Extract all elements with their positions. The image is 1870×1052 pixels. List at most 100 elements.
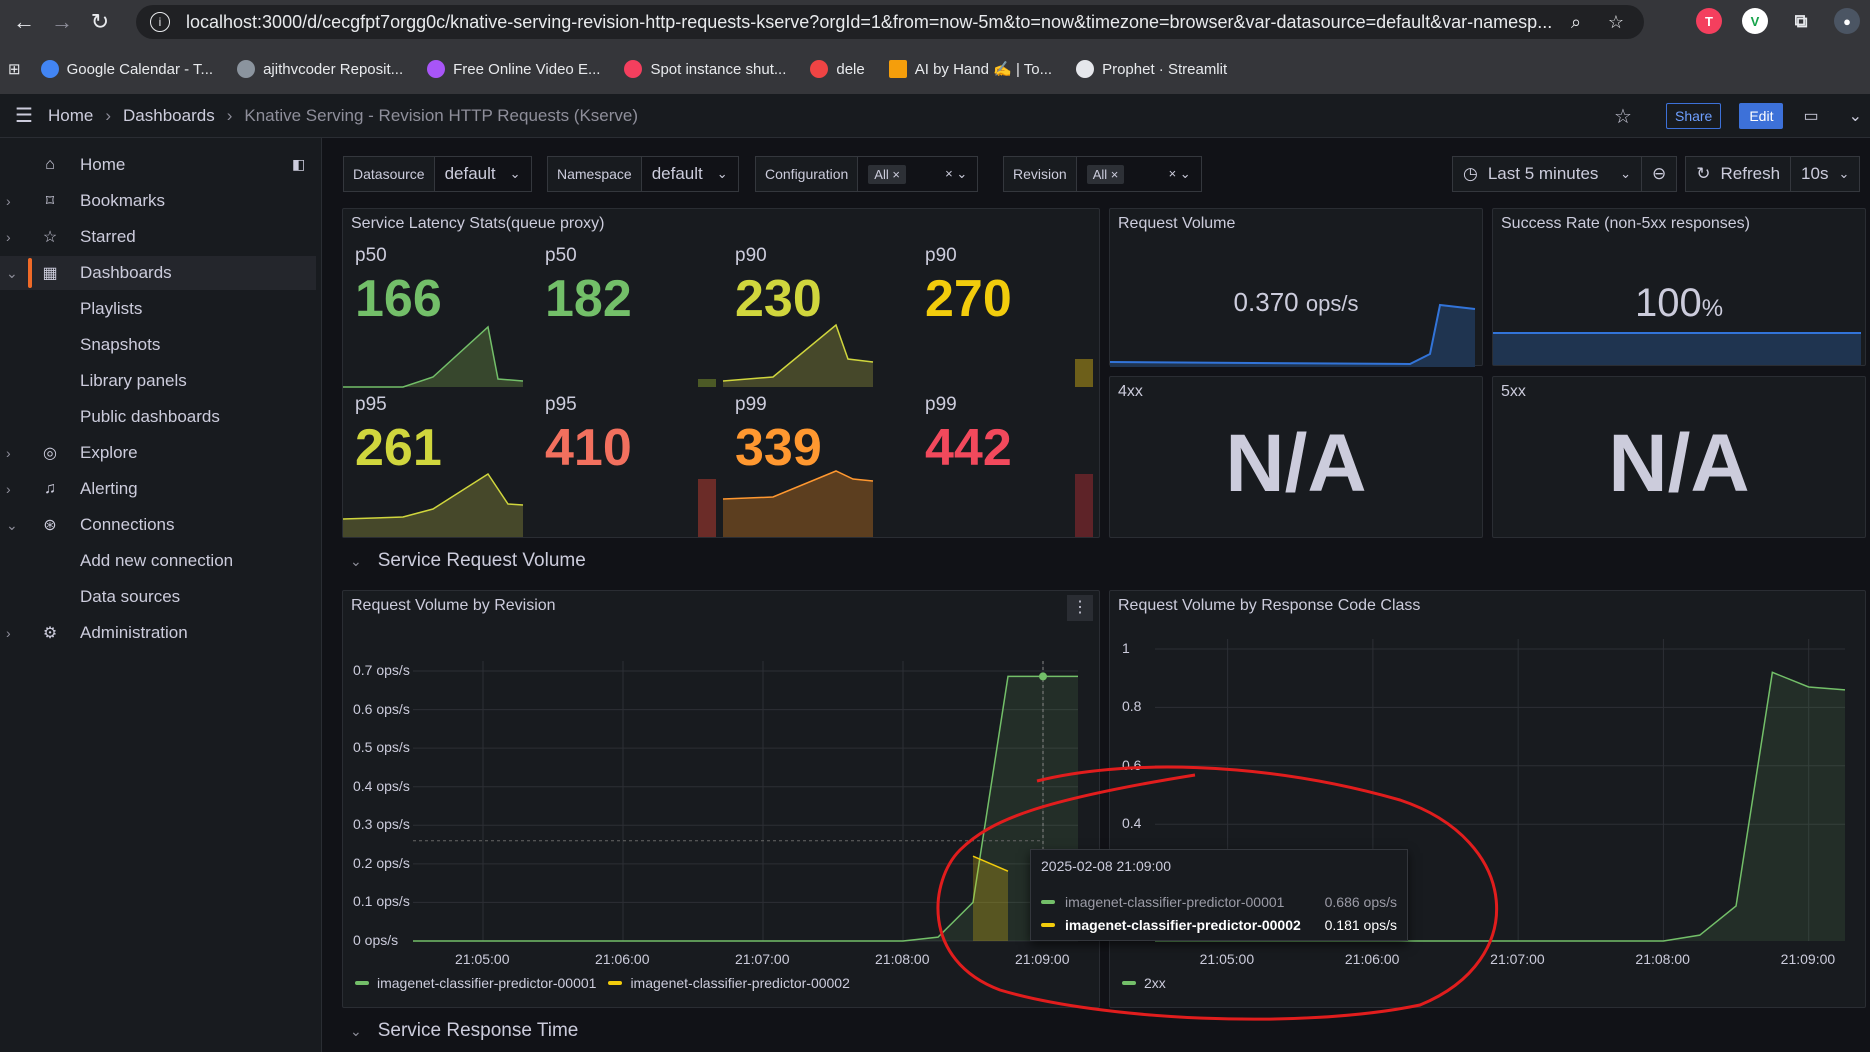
chevron-down-icon: ⌄ [509, 166, 521, 181]
apps-icon[interactable]: ⊞ [8, 60, 21, 78]
sidebar-item-bookmarks[interactable]: › ⌑ Bookmarks [0, 184, 316, 218]
refresh-interval-select[interactable]: 10s ⌄ [1791, 156, 1861, 192]
refresh-button[interactable]: ↻ Refresh [1685, 156, 1792, 192]
y-tick-label: 0.5 ops/s [353, 739, 410, 756]
success-rate-sparkline [1493, 332, 1861, 365]
sidebar-item-alerting[interactable]: › ♫ Alerting [0, 472, 316, 506]
legend-item[interactable]: 2xx [1144, 975, 1166, 991]
namespace-select[interactable]: default ⌄ [641, 156, 739, 192]
bookmark-star-icon[interactable]: ☆ [1604, 12, 1628, 33]
row-service-response-time[interactable]: ⌄ Service Response Time [350, 1020, 578, 1042]
4xx-panel: 4xx N/A [1109, 376, 1483, 538]
chevron-down-icon: ⌄ [1620, 166, 1631, 181]
y-tick-label: 0.2 ops/s [353, 854, 410, 871]
chevron-right-icon[interactable]: › [6, 445, 11, 461]
breadcrumb-home[interactable]: Home [48, 106, 93, 126]
refresh-icon: ↻ [1696, 164, 1711, 183]
bookmark-item[interactable]: Google Calendar - T... [40, 60, 213, 78]
menu-icon[interactable]: ☰ [0, 103, 48, 128]
sidebar-item-home[interactable]: ⌂ Home [0, 148, 316, 182]
chevron-right-icon[interactable]: › [6, 229, 11, 245]
tooltip-row: imagenet-classifier-predictor-00002 0.181… [1041, 917, 1397, 933]
variable-label: Configuration [755, 156, 859, 192]
kiosk-icon[interactable]: ▭ [1803, 106, 1818, 126]
bookmark-item[interactable]: Spot instance shut... [624, 60, 786, 78]
bookmark-item[interactable]: Free Online Video E... [427, 60, 600, 78]
zoom-out-button[interactable]: ⊖ [1642, 156, 1678, 192]
chevron-right-icon[interactable]: › [6, 625, 11, 641]
sidebar-item-data-sources[interactable]: Data sources [0, 580, 316, 614]
sidebar-item-add-new-connection[interactable]: Add new connection [0, 544, 316, 578]
chevron-down-icon[interactable]: ⌄ [1849, 106, 1862, 126]
stat-p90: p90 270 [925, 245, 1012, 328]
time-range-button[interactable]: ◷ Last 5 minutes ⌄ [1452, 156, 1642, 192]
chevron-down-icon[interactable]: ⌄ [350, 553, 362, 570]
sidebar-item-library-panels[interactable]: Library panels [0, 364, 316, 398]
edit-button[interactable]: Edit [1739, 103, 1784, 129]
clear-icon[interactable]: × ⌄ [1169, 166, 1191, 182]
chart-code-class[interactable] [1110, 591, 1867, 1009]
tooltip-time: 2025-02-08 21:09:00 [1041, 858, 1171, 874]
extensions: T V ⧉ ● [1696, 8, 1860, 34]
star-dashboard-icon[interactable]: ☆ [1614, 104, 1632, 129]
sidebar-item-administration[interactable]: › ⚙ Administration [0, 616, 316, 650]
clear-icon[interactable]: × ⌄ [945, 166, 967, 182]
sidebar-item-public-dashboards[interactable]: Public dashboards [0, 400, 316, 434]
bookmark-item[interactable]: ajithvcoder Reposit... [237, 60, 403, 78]
value-chip[interactable]: All × [868, 164, 906, 184]
extension-icon[interactable]: V [1742, 8, 1768, 34]
legend-item[interactable]: imagenet-classifier-predictor-00001 [377, 975, 596, 991]
browser-chrome: ← → ↻ i localhost:3000/d/cecgfpt7orgg0c/… [0, 0, 1870, 94]
variable-datasource: Datasource default ⌄ [343, 156, 532, 192]
datasource-select[interactable]: default ⌄ [434, 156, 532, 192]
x-tick-label: 21:08:00 [875, 951, 930, 967]
sidebar-item-explore[interactable]: › ◎ Explore [0, 436, 316, 470]
chevron-down-icon: ⌄ [1838, 166, 1850, 181]
chevron-right-icon[interactable]: › [6, 193, 11, 209]
forward-icon[interactable]: → [48, 8, 76, 36]
x-tick-label: 21:06:00 [1344, 951, 1400, 967]
zoom-icon[interactable]: ⌕ [1564, 12, 1588, 33]
chevron-down-icon[interactable]: ⌄ [6, 517, 18, 534]
chart-revision[interactable] [343, 591, 1101, 1009]
y-tick-label: 0.4 ops/s [353, 777, 410, 794]
bookmark-item[interactable]: Prophet · Streamlit [1076, 60, 1227, 78]
stat-p95: p95 261 [355, 394, 442, 477]
value-chip[interactable]: All × [1086, 164, 1125, 184]
legend-swatch [1122, 981, 1136, 985]
puzzle-icon[interactable]: ⧉ [1788, 8, 1814, 34]
chevron-down-icon[interactable]: ⌄ [350, 1023, 362, 1040]
breadcrumb-dashboards[interactable]: Dashboards [123, 106, 215, 126]
x-tick-label: 21:05:00 [1199, 951, 1255, 967]
revision-select[interactable]: All × × ⌄ [1076, 156, 1202, 192]
y-tick-label: 0 ops/s [353, 932, 399, 948]
stat-p99: p99 339 [735, 394, 822, 477]
configuration-select[interactable]: All × × ⌄ [858, 156, 979, 192]
sidebar-item-connections[interactable]: ⌄ ⊛ Connections [0, 508, 316, 542]
reload-icon[interactable]: ↻ [86, 8, 114, 36]
chevron-right-icon[interactable]: › [6, 481, 11, 497]
back-icon[interactable]: ← [10, 8, 38, 36]
sidebar-item-starred[interactable]: › ☆ Starred [0, 220, 316, 254]
sidebar-item-snapshots[interactable]: Snapshots [0, 328, 316, 362]
row-service-request-volume[interactable]: ⌄ Service Request Volume [350, 550, 586, 572]
site-info-icon[interactable]: i [150, 12, 170, 32]
stat-p50: p50 166 [355, 245, 442, 328]
profile-avatar[interactable]: ● [1834, 8, 1860, 34]
extension-icon[interactable]: T [1696, 8, 1722, 34]
address-bar[interactable]: i localhost:3000/d/cecgfpt7orgg0c/knativ… [136, 5, 1644, 39]
x-tick-label: 21:06:00 [595, 951, 650, 967]
stat-p50: p50 182 [545, 245, 632, 328]
y-tick-label: 0.1 ops/s [353, 893, 410, 910]
x-tick-label: 21:05:00 [455, 951, 510, 967]
sidebar-item-playlists[interactable]: Playlists [0, 292, 316, 326]
x-tick-label: 21:09:00 [1780, 951, 1836, 967]
bookmark-item[interactable]: AI by Hand ✍️ | To... [888, 60, 1052, 78]
share-button[interactable]: Share [1665, 103, 1722, 129]
bookmark-item[interactable]: dele [810, 60, 865, 78]
sidebar-item-dashboards[interactable]: ⌄ ▦ Dashboards [0, 256, 316, 290]
chevron-down-icon[interactable]: ⌄ [6, 265, 18, 282]
tooltip-row: imagenet-classifier-predictor-00001 0.686… [1041, 894, 1397, 910]
legend-item[interactable]: imagenet-classifier-predictor-00002 [630, 975, 849, 991]
variable-label: Revision [1003, 156, 1077, 192]
